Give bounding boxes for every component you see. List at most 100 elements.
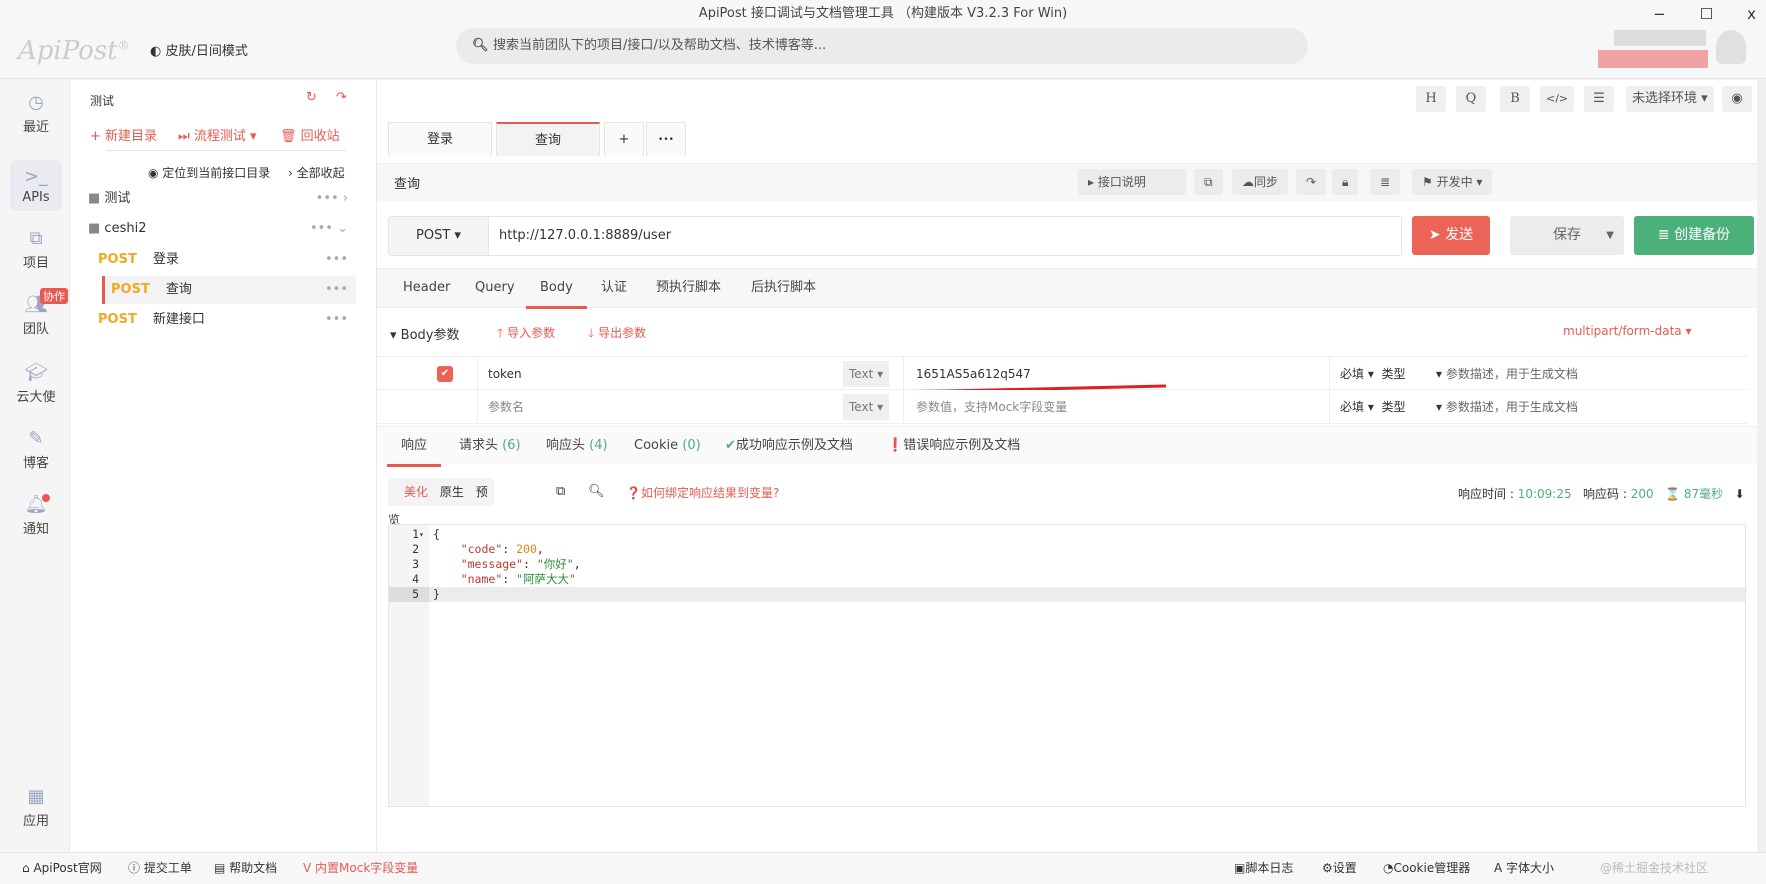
nav-label: APIs xyxy=(22,190,50,205)
tab-query-params[interactable]: Query xyxy=(475,269,515,309)
param-desc-input[interactable]: 参数描述，用于生成文档 xyxy=(1446,367,1578,381)
code-button[interactable]: </> xyxy=(1540,86,1575,112)
ticket-link[interactable]: ⓘ 提交工单 xyxy=(128,853,192,883)
mode-raw[interactable]: 原生 xyxy=(440,485,464,499)
response-editor[interactable]: 1 ▾ { 2 "code": 200, 3 "message": "你好", 4 … xyxy=(388,524,1746,807)
tab-more-button[interactable]: ••• xyxy=(646,122,686,156)
line-number: 4 xyxy=(412,572,419,586)
main-scrollbar[interactable] xyxy=(1757,80,1766,852)
chevron-right-icon[interactable]: ••• › xyxy=(316,185,348,213)
tab-header[interactable]: Header xyxy=(403,269,450,309)
tab-post-script[interactable]: 后执行脚本 xyxy=(751,269,816,309)
param-type-select[interactable]: Text ▾ xyxy=(843,394,890,420)
tab-body[interactable]: Body xyxy=(526,269,587,309)
chevron-down-icon[interactable]: ••• ⌄ xyxy=(310,215,348,243)
required-select[interactable]: 必填 xyxy=(1340,367,1364,381)
tab-query[interactable]: 查询 xyxy=(496,122,600,156)
new-folder-button[interactable]: + 新建目录 xyxy=(90,125,157,144)
font-size-button[interactable]: A 字体大小 xyxy=(1494,853,1554,883)
tab-response[interactable]: 响应 xyxy=(387,427,442,467)
import-params-button[interactable]: 🡑 导入参数 xyxy=(497,324,555,345)
more-icon[interactable]: ••• xyxy=(325,246,348,274)
param-desc-input[interactable]: 参数描述，用于生成文档 xyxy=(1446,400,1578,414)
export-params-button[interactable]: 🡓 导出参数 xyxy=(588,324,646,345)
folder-item[interactable]: ■ 测试 ••• › xyxy=(88,185,356,213)
mode-pretty[interactable]: 美化 xyxy=(404,485,428,499)
download-icon[interactable]: ⬇ xyxy=(1735,487,1745,501)
h-button[interactable]: H xyxy=(1416,86,1446,112)
add-tab-button[interactable]: + xyxy=(604,122,644,156)
collapse-all-button[interactable]: › 全部收起 xyxy=(288,164,345,181)
global-search-input[interactable]: 🔍︎ 搜索当前团队下的项目/接口/以及帮助文档、技术博客等... xyxy=(456,28,1308,64)
tab-cookie[interactable]: Cookie (0) xyxy=(634,427,701,467)
api-item-active[interactable]: POST 查询 ••• xyxy=(102,276,356,304)
eye-icon[interactable]: ◉ xyxy=(1722,86,1752,112)
more-icon[interactable]: ••• xyxy=(325,306,348,334)
tab-login[interactable]: 登录 xyxy=(388,122,492,156)
save-button[interactable]: 保存 ▼ xyxy=(1510,216,1624,255)
required-select[interactable]: 必填 xyxy=(1340,400,1364,414)
tab-auth[interactable]: 认证 xyxy=(601,269,627,309)
close-button[interactable]: x xyxy=(1747,0,1756,30)
tab-error-example[interactable]: ❗错误响应示例及文档 xyxy=(887,427,1020,467)
flow-test-button[interactable]: ⏭ 流程测试 ▾ xyxy=(178,125,257,144)
tab-pre-script[interactable]: 预执行脚本 xyxy=(656,269,721,309)
mock-vars-link[interactable]: V 内置Mock字段变量 xyxy=(303,853,418,883)
dtype-select[interactable]: 类型 xyxy=(1381,367,1405,381)
env-select[interactable]: 未选择环境 ▾ xyxy=(1626,86,1714,112)
param-checkbox[interactable]: ✔ xyxy=(437,366,453,382)
nav-team[interactable]: 👥︎ 团队 协作 xyxy=(10,288,68,337)
fold-icon[interactable]: ▾ xyxy=(419,527,424,542)
tab-response-headers[interactable]: 响应头 (4) xyxy=(546,427,608,467)
share-icon[interactable]: ↷ xyxy=(336,90,347,105)
sliders-icon[interactable]: ☰ xyxy=(1584,86,1614,112)
lock-icon[interactable]: 🔒︎ xyxy=(1332,169,1359,195)
tab-success-example[interactable]: ✔成功响应示例及文档 xyxy=(725,427,853,467)
send-button[interactable]: ➤ 发送 xyxy=(1412,216,1490,255)
refresh-icon[interactable]: ↻ xyxy=(306,90,317,105)
website-link[interactable]: ⌂ ApiPost官网 xyxy=(22,853,102,883)
content-type-select[interactable]: multipart/form-data ▾ xyxy=(1563,324,1692,338)
param-value-input[interactable]: 参数值，支持Mock字段变量 xyxy=(903,390,1303,424)
help-docs-link[interactable]: ▤ 帮助文档 xyxy=(214,853,277,883)
param-key-input[interactable]: 参数名 xyxy=(477,390,787,424)
b-button[interactable]: B xyxy=(1500,86,1530,112)
api-item[interactable]: POST 新建接口 ••• xyxy=(98,306,356,334)
bind-help-link[interactable]: ❓如何绑定响应结果到变量? xyxy=(626,484,779,501)
minimize-button[interactable]: − xyxy=(1653,0,1666,30)
tab-request-headers[interactable]: 请求头 (6) xyxy=(459,427,521,467)
nav-projects[interactable]: ⧉ 项目 xyxy=(10,228,62,271)
script-log-button[interactable]: ▣脚本日志 xyxy=(1234,853,1293,883)
copy-icon[interactable]: ⧉ xyxy=(556,484,565,499)
maximize-button[interactable]: ☐ xyxy=(1700,0,1713,30)
sync-button[interactable]: ☁同步 xyxy=(1232,169,1289,195)
nav-apps[interactable]: ▦ 应用 xyxy=(10,786,62,829)
copy-icon[interactable]: ⧉ xyxy=(1194,169,1223,195)
search-icon[interactable]: 🔍︎ xyxy=(588,484,605,499)
api-doc-button[interactable]: ▸ 接口说明 xyxy=(1078,169,1186,195)
q-button[interactable]: Q xyxy=(1456,86,1486,112)
folder-item[interactable]: ■ ceshi2 ••• ⌄ xyxy=(88,215,356,243)
skin-mode-toggle[interactable]: ◐ 皮肤/日间模式 xyxy=(150,40,248,59)
nav-recent[interactable]: ◷ 最近 xyxy=(10,92,62,135)
nav-notifications[interactable]: 🔔︎ 通知 xyxy=(10,494,62,537)
nav-apis[interactable]: >_ APIs xyxy=(10,160,62,211)
user-avatar[interactable] xyxy=(1716,30,1746,64)
url-input[interactable]: http://127.0.0.1:8889/user xyxy=(388,216,1402,256)
api-item[interactable]: POST 登录 ••• xyxy=(98,246,356,274)
dtype-select[interactable]: 类型 xyxy=(1381,400,1405,414)
recycle-bin-button[interactable]: 🗑︎ 回收站 xyxy=(280,125,340,144)
settings-button[interactable]: ⚙设置 xyxy=(1322,853,1357,883)
locate-current-button[interactable]: ◉ 定位到当前接口目录 xyxy=(148,164,270,181)
database-icon[interactable]: ≣ xyxy=(1370,169,1401,195)
create-backup-button[interactable]: ≣ 创建备份 xyxy=(1634,216,1754,255)
status-select[interactable]: ⚑ 开发中 ▾ xyxy=(1412,169,1493,195)
nav-blog[interactable]: ✎ 博客 xyxy=(10,428,62,471)
more-icon[interactable]: ••• xyxy=(325,276,348,304)
method-select[interactable]: POST ▾ xyxy=(389,217,489,255)
cookie-manager-button[interactable]: ◔Cookie管理器 xyxy=(1383,853,1470,883)
save-dropdown-icon[interactable]: ▼ xyxy=(1606,216,1614,255)
share-icon[interactable]: ↷ xyxy=(1296,169,1327,195)
body-params-toggle[interactable]: ▾ Body参数 xyxy=(390,324,460,343)
nav-ambassador[interactable]: 🎓︎ 云大使 xyxy=(10,362,62,405)
